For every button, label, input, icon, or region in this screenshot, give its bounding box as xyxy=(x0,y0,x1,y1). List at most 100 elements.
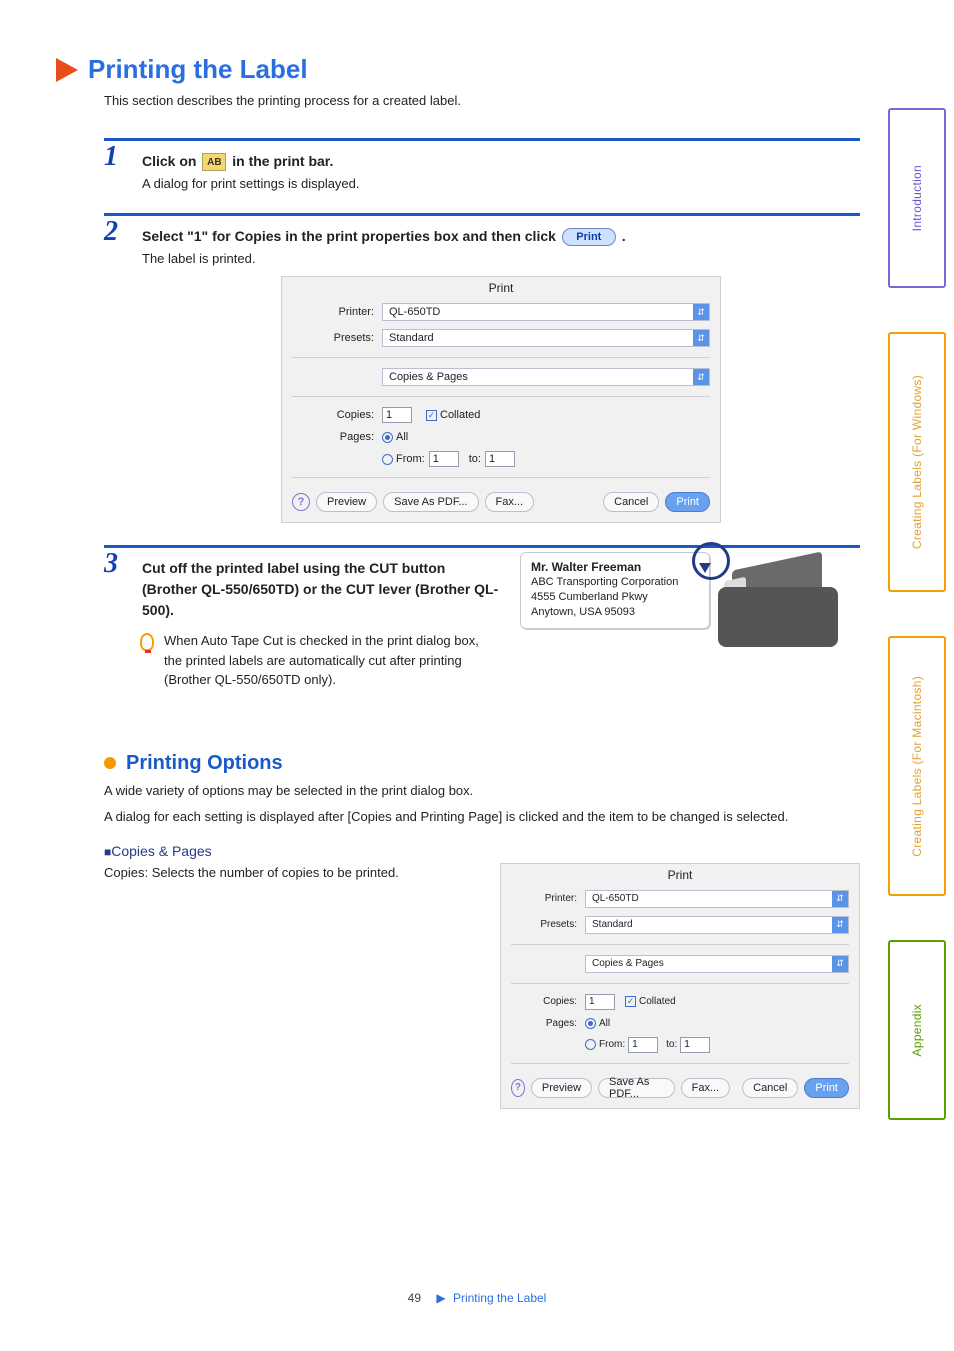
dialog-title: Print xyxy=(282,277,720,299)
section-text: A dialog for each setting is displayed a… xyxy=(104,807,860,827)
bullet-icon xyxy=(104,757,116,769)
to-input[interactable]: 1 xyxy=(680,1037,710,1053)
fax-button[interactable]: Fax... xyxy=(485,492,535,512)
sample-label: Mr. Walter Freeman ABC Transporting Corp… xyxy=(520,552,710,629)
select-value: Standard xyxy=(592,919,633,930)
label-copies: Copies: xyxy=(511,996,585,1007)
footer-crumb[interactable]: Printing the Label xyxy=(453,1291,546,1305)
tip-block: When Auto Tape Cut is checked in the pri… xyxy=(140,631,500,690)
presets-select[interactable]: Standard ⇵ xyxy=(585,916,849,934)
text: Click on xyxy=(142,153,200,169)
page-number: 49 xyxy=(408,1291,421,1305)
step-number: 1 xyxy=(104,141,118,173)
printing-options-section: Printing Options A wide variety of optio… xyxy=(104,752,860,1109)
presets-select[interactable]: Standard ⇵ xyxy=(382,329,710,347)
dialog-title: Print xyxy=(501,864,859,886)
printer-select[interactable]: QL-650TD ⇵ xyxy=(585,890,849,908)
subsection-heading: ■Copies & Pages xyxy=(104,843,860,859)
select-value: Copies & Pages xyxy=(592,958,664,969)
subsection-text: Copies: Selects the number of copies to … xyxy=(104,863,470,883)
step-number: 2 xyxy=(104,216,118,248)
section-title: Printing Options xyxy=(126,752,283,775)
step-title: Select "1" for Copies in the print prope… xyxy=(142,226,860,247)
label-line: ABC Transporting Corporation xyxy=(531,575,699,590)
step-1: 1 Click on in the print bar. A dialog fo… xyxy=(104,138,860,213)
print-button[interactable]: Print xyxy=(804,1078,849,1098)
label-presets: Presets: xyxy=(511,919,585,930)
pages-all-radio[interactable] xyxy=(585,1018,596,1029)
to-input[interactable]: 1 xyxy=(485,451,515,467)
label-from: From: xyxy=(396,453,425,465)
tab-creating-labels-windows[interactable]: Creating Labels (For Windows) xyxy=(888,332,946,592)
copies-input[interactable]: 1 xyxy=(382,407,412,423)
label-pages: Pages: xyxy=(292,431,382,443)
input-value: 1 xyxy=(589,996,595,1007)
label-to: to: xyxy=(469,453,481,465)
chevron-updown-icon: ⇵ xyxy=(693,330,709,346)
select-value: Standard xyxy=(389,332,434,344)
preview-button[interactable]: Preview xyxy=(531,1078,592,1098)
print-dialog-small: Print Printer: QL-650TD ⇵ Presets: Stand… xyxy=(500,863,860,1109)
label-presets: Presets: xyxy=(292,332,382,344)
step-title: Click on in the print bar. xyxy=(142,151,860,172)
label-pages: Pages: xyxy=(511,1018,585,1029)
chevron-updown-icon: ⇵ xyxy=(693,304,709,320)
triangle-icon: ▶ xyxy=(436,1291,445,1305)
cancel-button[interactable]: Cancel xyxy=(742,1078,798,1098)
help-button[interactable]: ? xyxy=(292,493,310,511)
section-select[interactable]: Copies & Pages ⇵ xyxy=(382,368,710,386)
step-subtext: A dialog for print settings is displayed… xyxy=(142,176,860,191)
printer-select[interactable]: QL-650TD ⇵ xyxy=(382,303,710,321)
tab-creating-labels-macintosh[interactable]: Creating Labels (For Macintosh) xyxy=(888,636,946,896)
collated-checkbox[interactable]: ✓ xyxy=(426,410,437,421)
save-as-pdf-button[interactable]: Save As PDF... xyxy=(383,492,478,512)
preview-button[interactable]: Preview xyxy=(316,492,377,512)
step-number: 3 xyxy=(104,548,118,580)
label-printer: Printer: xyxy=(292,306,382,318)
step-3: 3 Cut off the printed label using the CU… xyxy=(104,545,860,712)
tip-text: When Auto Tape Cut is checked in the pri… xyxy=(164,631,500,690)
print-button[interactable]: Print xyxy=(665,492,710,512)
tab-label: Creating Labels (For Windows) xyxy=(910,375,924,549)
section-select[interactable]: Copies & Pages ⇵ xyxy=(585,955,849,973)
select-value: QL-650TD xyxy=(389,306,440,318)
print-bar-icon xyxy=(202,153,226,171)
side-nav: Introduction Creating Labels (For Window… xyxy=(888,28,946,1120)
step-2: 2 Select "1" for Copies in the print pro… xyxy=(104,213,860,545)
label-collated: Collated xyxy=(639,996,676,1007)
step-subtext: The label is printed. xyxy=(142,251,860,266)
label-line: 4555 Cumberland Pkwy xyxy=(531,590,699,605)
chevron-updown-icon: ⇵ xyxy=(832,917,848,933)
save-as-pdf-button[interactable]: Save As PDF... xyxy=(598,1078,675,1098)
text: Select "1" for Copies in the print prope… xyxy=(142,228,560,244)
fax-button[interactable]: Fax... xyxy=(681,1078,731,1098)
input-value: 1 xyxy=(386,409,392,421)
input-value: 1 xyxy=(489,453,495,465)
copies-input[interactable]: 1 xyxy=(585,994,615,1010)
label-name: Mr. Walter Freeman xyxy=(531,559,699,575)
tab-appendix[interactable]: Appendix xyxy=(888,940,946,1120)
chevron-updown-icon: ⇵ xyxy=(832,956,848,972)
tab-label: Introduction xyxy=(910,165,924,231)
from-input[interactable]: 1 xyxy=(628,1037,658,1053)
collated-checkbox[interactable]: ✓ xyxy=(625,996,636,1007)
pages-from-radio[interactable] xyxy=(585,1039,596,1050)
tab-introduction[interactable]: Introduction xyxy=(888,108,946,288)
section-text: A wide variety of options may be selecte… xyxy=(104,781,860,801)
from-input[interactable]: 1 xyxy=(429,451,459,467)
page-title: Printing the Label xyxy=(88,54,308,85)
feed-arrow-icon xyxy=(692,542,730,580)
select-value: Copies & Pages xyxy=(389,371,468,383)
select-value: QL-650TD xyxy=(592,893,639,904)
page-content: Printing the Label This section describe… xyxy=(60,54,860,1109)
label-printer: Printer: xyxy=(511,893,585,904)
page-footer: 49 ▶ Printing the Label xyxy=(0,1291,954,1305)
help-button[interactable]: ? xyxy=(511,1079,525,1097)
lightbulb-icon xyxy=(140,633,154,651)
cancel-button[interactable]: Cancel xyxy=(603,492,659,512)
label-line: Anytown, USA 95093 xyxy=(531,605,699,620)
pages-from-radio[interactable] xyxy=(382,454,393,465)
text: . xyxy=(622,228,626,244)
pages-all-radio[interactable] xyxy=(382,432,393,443)
text: in the print bar. xyxy=(232,153,333,169)
